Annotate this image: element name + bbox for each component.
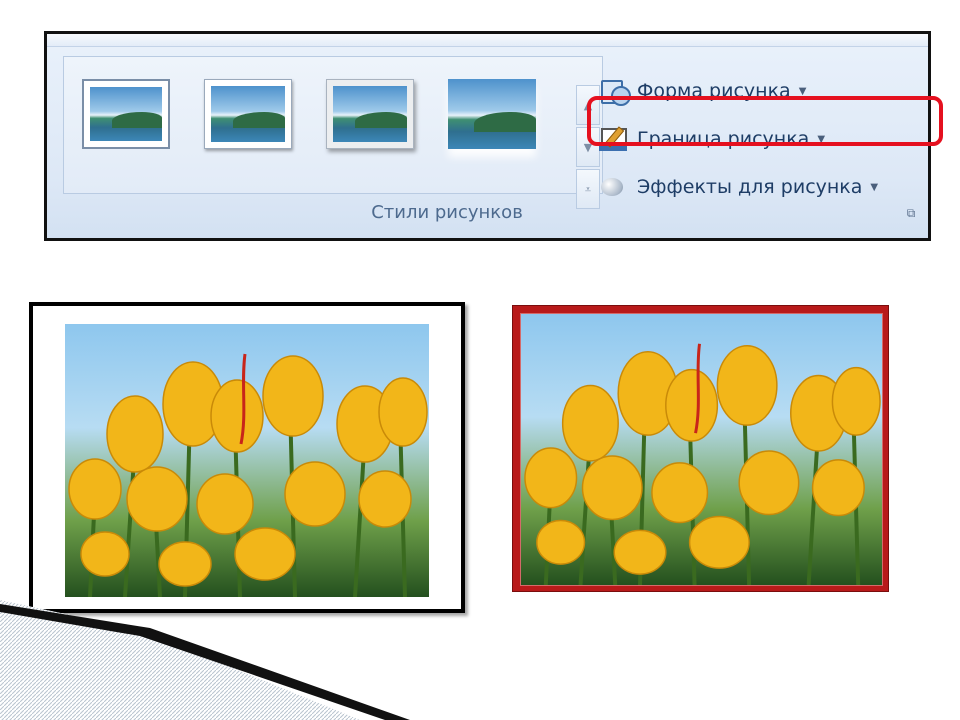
- style-thumbnail-reflected[interactable]: [448, 79, 536, 149]
- picture-effects-icon: [599, 174, 629, 200]
- style-thumbnail-simple-frame[interactable]: [82, 79, 170, 149]
- group-label: Стили рисунков: [371, 202, 523, 223]
- picture-border-highlight: [587, 96, 943, 146]
- tulips-photo-red-border: [520, 313, 883, 586]
- photo-red-border-example: [513, 306, 888, 591]
- dropdown-arrow-icon: ▼: [870, 181, 879, 193]
- photo-black-border-example: [29, 302, 465, 613]
- picture-effects-label: Эффекты для рисунка: [637, 176, 863, 198]
- dialog-launcher-icon[interactable]: ⧉: [904, 206, 918, 220]
- style-thumbnail-soft-shadow[interactable]: [204, 79, 292, 149]
- dropdown-arrow-icon: ▼: [798, 85, 807, 97]
- picture-styles-gallery: ▲ ▼ ⩡: [63, 56, 603, 209]
- tulips-photo-black-border: [65, 324, 429, 597]
- slide-decoration-swoosh: [0, 600, 410, 720]
- tulips-image: [524, 343, 881, 585]
- picture-effects-button[interactable]: Эффекты для рисунка ▼: [599, 172, 878, 202]
- tulips-image: [68, 353, 428, 597]
- expand-gallery-icon: ⩡: [584, 183, 592, 196]
- ribbon-top-edge: [47, 34, 928, 47]
- style-thumbnail-thick-matte[interactable]: [326, 79, 414, 149]
- picture-styles-ribbon-group: ▲ ▼ ⩡ Форма рисунка ▼ Граница рисунка ▼ …: [44, 31, 943, 241]
